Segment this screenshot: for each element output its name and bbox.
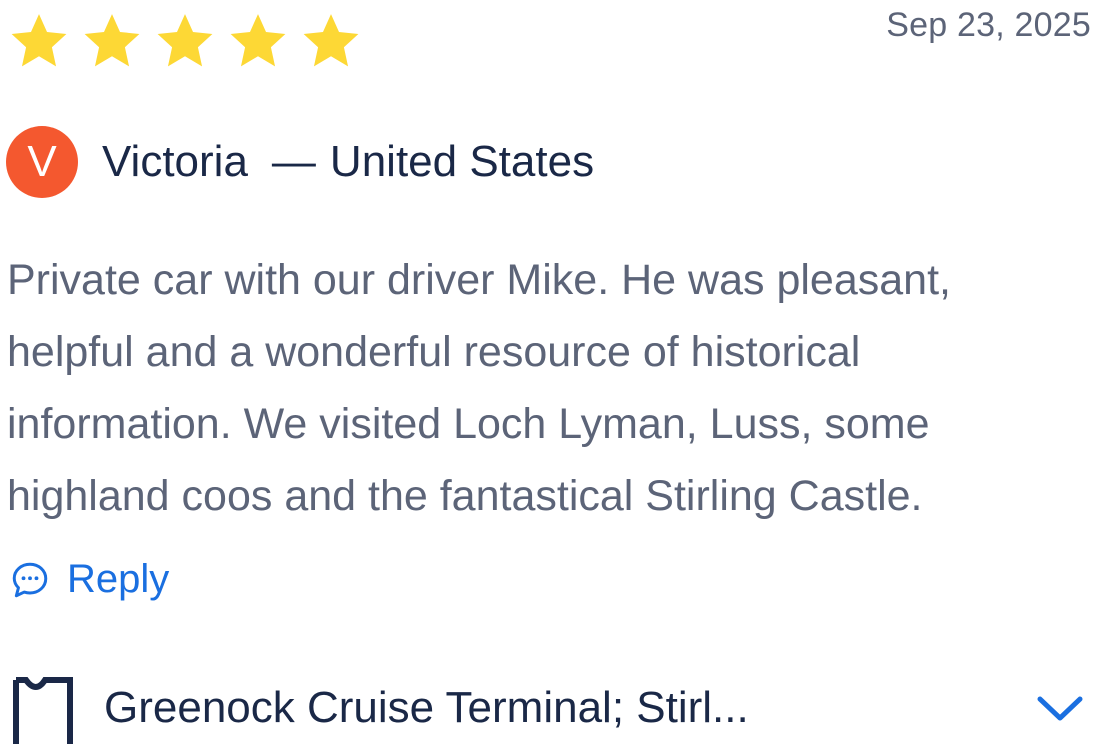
star-icon bbox=[8, 10, 70, 72]
review-text: Private car with our driver Mike. He was… bbox=[7, 256, 951, 520]
reply-button[interactable]: Reply bbox=[9, 557, 169, 602]
star-icon bbox=[154, 10, 216, 72]
star-icon bbox=[81, 10, 143, 72]
author-separator: — bbox=[271, 137, 316, 186]
reply-label: Reply bbox=[67, 557, 170, 601]
avatar: V bbox=[6, 126, 78, 198]
ticket-icon bbox=[12, 672, 74, 744]
author-country: United States bbox=[329, 137, 595, 186]
tour-name: Greenock Cruise Terminal; Stirl... bbox=[104, 683, 749, 732]
author-name: Victoria bbox=[102, 137, 248, 186]
star-icon bbox=[300, 10, 362, 72]
star-icon bbox=[227, 10, 289, 72]
tour-row[interactable]: Greenock Cruise Terminal; Stirl... bbox=[12, 672, 1090, 744]
chevron-down-icon[interactable] bbox=[1036, 694, 1084, 724]
review-card: Sep 23, 2025 V Victoria — United States … bbox=[0, 0, 1101, 744]
star-rating bbox=[8, 10, 362, 72]
chat-bubble-icon bbox=[9, 559, 51, 601]
review-date: Sep 23, 2025 bbox=[886, 6, 1091, 44]
author-row: V Victoria — United States bbox=[6, 125, 594, 199]
